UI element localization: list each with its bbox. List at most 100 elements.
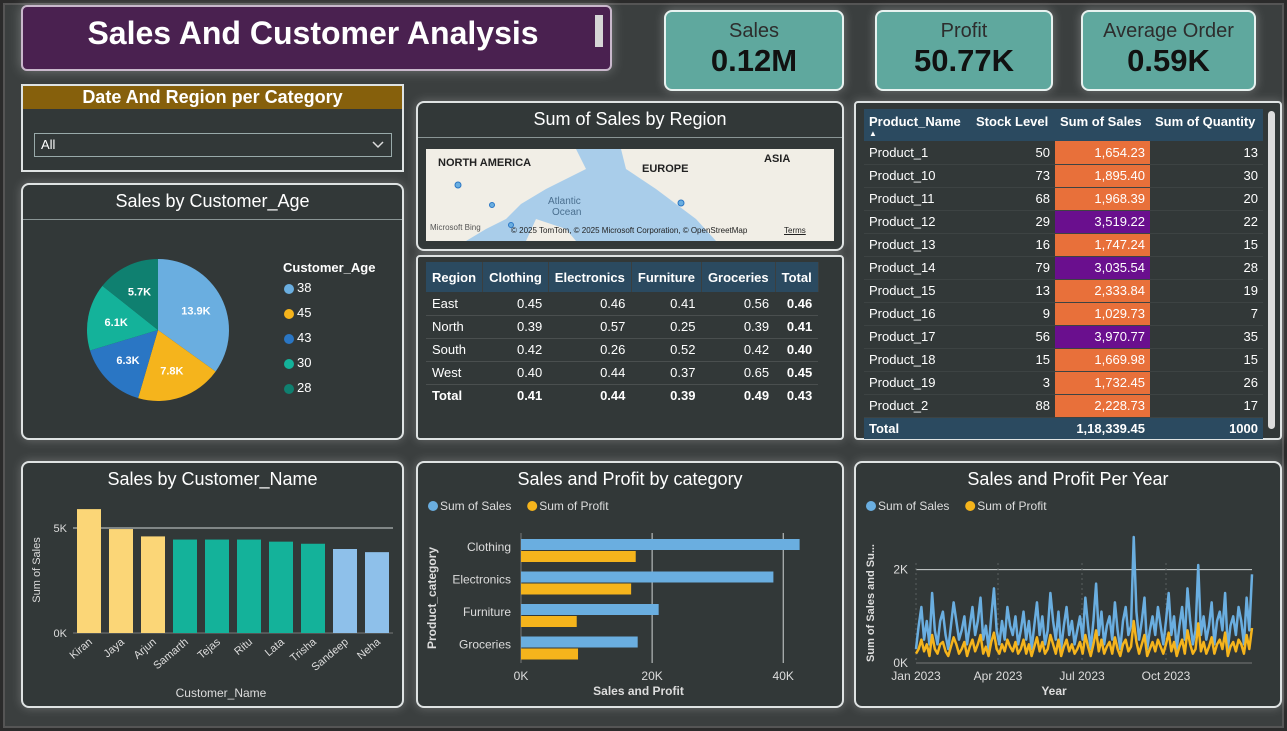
y-tick-label: 5K (54, 523, 68, 535)
column-header[interactable]: Groceries (701, 262, 776, 292)
legend-label[interactable]: Sum of Profit (539, 499, 609, 513)
table-row[interactable]: Product_14 79 3,035.54 28 (864, 256, 1263, 280)
table-cell: 56 (971, 325, 1055, 349)
kpi-label: Profit (940, 20, 988, 42)
bar[interactable] (301, 543, 325, 633)
region-category-table[interactable]: Region Clothing Electronics Furniture Grocer… (426, 262, 819, 407)
map-label: Ocean (552, 207, 582, 218)
total-row[interactable]: Total 1,18,339.45 1000 (864, 417, 1263, 439)
column-header[interactable]: Region (426, 262, 484, 292)
bar[interactable] (365, 552, 389, 633)
table-row[interactable]: Product_13 16 1,747.24 15 (864, 233, 1263, 257)
column-header[interactable]: Stock Level (971, 109, 1055, 141)
table-row[interactable]: East 0.45 0.46 0.41 0.56 0.46 (426, 292, 819, 316)
bar[interactable] (237, 539, 261, 633)
table-cell: Product_13 (864, 233, 971, 257)
legend-item[interactable]: 28 (284, 380, 311, 405)
slice-label: 6.1K (105, 317, 128, 329)
legend-title: Customer_Age (283, 260, 376, 275)
table-cell: 0.44 (548, 361, 632, 385)
bar[interactable] (521, 539, 800, 550)
title-divider (418, 137, 842, 138)
bar[interactable] (205, 539, 229, 633)
table-cell: 9 (971, 302, 1055, 326)
legend-label[interactable]: Sum of Profit (977, 499, 1047, 513)
table-cell: 2,333.84 (1055, 279, 1150, 303)
table-row[interactable]: Product_12 29 3,519.22 22 (864, 210, 1263, 234)
table-row[interactable]: Product_18 15 1,669.98 15 (864, 348, 1263, 372)
bar[interactable] (333, 549, 357, 633)
bar[interactable] (521, 616, 577, 627)
bar[interactable] (521, 571, 774, 583)
x-tick-label: 40K (773, 669, 794, 683)
slicer-selected-value: All (41, 137, 56, 152)
table-cell: South (426, 338, 483, 362)
column-header[interactable]: Product_Name ▲ (864, 109, 971, 141)
chart-title: Sales and Profit Per Year (967, 469, 1169, 489)
column-header[interactable]: Electronics (548, 262, 632, 292)
yearly-line-chart[interactable]: Sum of Sales Sum of Profit 0K 2K Jan 2023 Apr… (856, 493, 1280, 703)
slice-label: 13.9K (181, 306, 210, 318)
column-header[interactable]: Sum of Sales (1055, 109, 1150, 141)
customer-bar-chart[interactable]: 0K5KKiran Jaya ArjunSamarth Tejas Ritu Lata Tr… (23, 497, 402, 707)
title-scroll-indicator (595, 15, 603, 47)
table-cell: 28 (1150, 256, 1263, 280)
total-row[interactable]: Total 0.41 0.44 0.39 0.49 0.43 (426, 384, 818, 407)
table-row[interactable]: Product_15 13 2,333.84 19 (864, 279, 1263, 303)
map-terms-link[interactable]: Terms (784, 226, 806, 235)
table-row[interactable]: Product_11 68 1,968.39 20 (864, 187, 1263, 211)
pie-chart[interactable]: 13.9K 7.8K 6.3K 6.1K 5.7K (23, 225, 402, 435)
bar[interactable] (269, 541, 293, 633)
y-tick-label: Furniture (463, 605, 511, 619)
bar[interactable] (141, 536, 165, 633)
column-header[interactable]: Clothing (482, 262, 549, 292)
legend-item[interactable]: 38 (284, 280, 311, 305)
table-row[interactable]: North 0.39 0.57 0.25 0.39 0.41 (426, 315, 819, 339)
slicer-dropdown[interactable]: All (34, 133, 392, 157)
table-row[interactable]: Product_2 88 2,228.73 17 (864, 394, 1263, 418)
pie-legend: 38 45 43 30 28 (284, 280, 311, 405)
legend-item[interactable]: 45 (284, 305, 311, 330)
kpi-card-average-order[interactable]: Average Order 0.59K (1081, 10, 1256, 91)
bar[interactable] (173, 539, 197, 633)
table-cell: 19 (1150, 279, 1263, 303)
product-table[interactable]: Product_Name ▲ Stock Level Sum of Sales Sum … (864, 109, 1263, 439)
table-row[interactable]: South 0.42 0.26 0.52 0.42 0.40 (426, 338, 819, 362)
kpi-card-sales[interactable]: Sales 0.12M (664, 10, 844, 91)
table-cell: 0.44 (600, 388, 626, 404)
category-bar-chart[interactable]: Sum of Sales Sum of Profit 0K 20K 40K Clothin… (418, 493, 842, 703)
x-axis-title: Customer_Name (176, 686, 267, 700)
table-row[interactable]: Product_16 9 1,029.73 7 (864, 302, 1263, 326)
column-header[interactable]: Sum of Quantity (1150, 109, 1263, 141)
legend-marker (866, 501, 876, 511)
map-attribution[interactable]: © 2025 TomTom, © 2025 Microsoft Corporat… (511, 226, 747, 235)
table-row[interactable]: Product_1 50 1,654.23 13 (864, 141, 1263, 165)
region-map[interactable]: NORTH AMERICA EUROPE ASIA Atlantic Ocean… (426, 149, 834, 241)
map-label: Atlantic (548, 196, 581, 207)
bar[interactable] (109, 529, 133, 633)
column-header[interactable]: Furniture (631, 262, 702, 292)
y-tick-label: Electronics (452, 573, 511, 587)
kpi-card-profit[interactable]: Profit 50.77K (875, 10, 1053, 91)
table-cell: 17 (1150, 394, 1263, 418)
bar[interactable] (521, 583, 632, 595)
bar[interactable] (521, 604, 659, 615)
table-row[interactable]: Product_10 73 1,895.40 30 (864, 164, 1263, 188)
column-header[interactable]: Total (775, 262, 819, 292)
table-row[interactable]: Product_19 3 1,732.45 26 (864, 371, 1263, 395)
bar[interactable] (521, 648, 579, 660)
legend-label[interactable]: Sum of Sales (440, 499, 511, 513)
bar[interactable] (521, 636, 638, 648)
table-cell: 1,654.23 (1055, 141, 1150, 165)
legend-label[interactable]: Sum of Sales (878, 499, 949, 513)
bar[interactable] (521, 551, 636, 562)
legend-item[interactable]: 43 (284, 330, 311, 355)
bar[interactable] (77, 509, 101, 633)
table-row[interactable]: West 0.40 0.44 0.37 0.65 0.45 (426, 361, 819, 385)
table-cell: 35 (1150, 325, 1263, 349)
table-scrollbar[interactable] (1268, 111, 1275, 429)
legend-item[interactable]: 30 (284, 355, 311, 380)
series-line[interactable] (914, 535, 1254, 651)
table-row[interactable]: Product_17 56 3,970.77 35 (864, 325, 1263, 349)
x-tick-label: Kiran (68, 636, 95, 662)
